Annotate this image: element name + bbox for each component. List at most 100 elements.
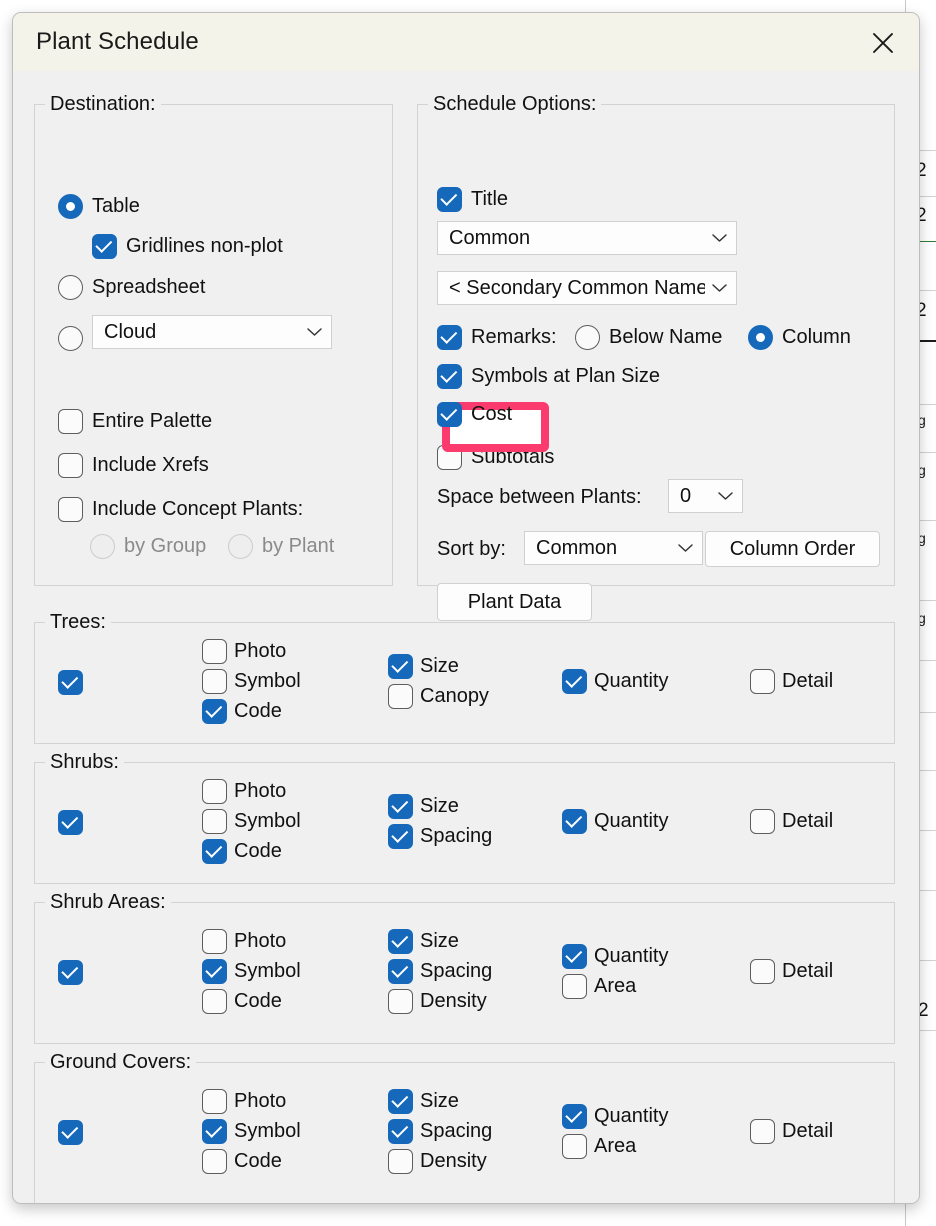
category-option-label: Symbol: [234, 1120, 301, 1142]
category-option-indicator: [388, 1089, 413, 1114]
category-option-checkbox[interactable]: Symbol: [202, 809, 301, 834]
radio-below-name[interactable]: Below Name: [575, 325, 722, 350]
plant-data-label: Plant Data: [467, 590, 562, 613]
category-option-checkbox[interactable]: Quantity: [562, 944, 668, 969]
category-option-checkbox[interactable]: Quantity: [562, 669, 668, 694]
checkbox-include-xrefs-indicator: [58, 453, 83, 478]
checkbox-title[interactable]: Title: [437, 187, 508, 212]
category-option-checkbox[interactable]: Code: [202, 1149, 282, 1174]
category-option-checkbox[interactable]: Size: [388, 1089, 459, 1114]
column-order-label: Column Order: [729, 537, 856, 560]
category-option-indicator: [202, 699, 227, 724]
category-option-indicator: [562, 809, 587, 834]
category-option-checkbox[interactable]: Detail: [750, 669, 833, 694]
category-option-indicator: [388, 684, 413, 709]
category-option-checkbox[interactable]: Spacing: [388, 824, 492, 849]
category-option-checkbox[interactable]: Photo: [202, 779, 286, 804]
close-icon[interactable]: [861, 23, 905, 63]
checkbox-title-indicator: [437, 187, 462, 212]
radio-cloud[interactable]: [58, 326, 83, 351]
checkbox-include-concept-plants[interactable]: Include Concept Plants:: [58, 497, 303, 522]
secondary-name-combo[interactable]: < Secondary Common Name: [437, 271, 737, 305]
checkbox-gridlines-indicator: [92, 234, 117, 259]
category-option-checkbox[interactable]: Photo: [202, 1089, 286, 1114]
plant-data-button[interactable]: Plant Data: [437, 583, 592, 621]
checkbox-remarks[interactable]: Remarks:: [437, 325, 557, 350]
category-option-checkbox[interactable]: Detail: [750, 959, 833, 984]
category-option-checkbox[interactable]: Quantity: [562, 1104, 668, 1129]
category-option-checkbox[interactable]: Code: [202, 699, 282, 724]
checkbox-entire-palette[interactable]: Entire Palette: [58, 409, 212, 434]
category-option-checkbox[interactable]: Photo: [202, 929, 286, 954]
category-enable-checkbox[interactable]: [58, 960, 83, 985]
category-option-label: Symbol: [234, 810, 301, 832]
category-option-checkbox[interactable]: Density: [388, 989, 487, 1014]
category-option-label: Area: [594, 975, 637, 997]
sort-by-combo[interactable]: Common: [524, 531, 703, 565]
radio-by-plant-label: by Plant: [262, 535, 335, 557]
category-option-checkbox[interactable]: Quantity: [562, 809, 668, 834]
category-option-checkbox[interactable]: Size: [388, 654, 459, 679]
checkbox-symbols-at-plan-size[interactable]: Symbols at Plan Size: [437, 364, 660, 389]
category-option-checkbox[interactable]: Area: [562, 1134, 636, 1159]
sort-by-label-row: Sort by:: [437, 538, 506, 561]
category-option-checkbox[interactable]: Symbol: [202, 669, 301, 694]
category-option-indicator: [750, 809, 775, 834]
cloud-destination-combo[interactable]: Cloud: [92, 315, 332, 349]
checkbox-gridlines-non-plot[interactable]: Gridlines non-plot: [92, 234, 283, 259]
category-enable-checkbox[interactable]: [58, 670, 83, 695]
checkbox-symbols-indicator: [437, 364, 462, 389]
category-option-label: Size: [420, 795, 459, 817]
space-between-plants-combo[interactable]: 0: [668, 479, 743, 513]
category-option-label: Symbol: [234, 670, 301, 692]
checkbox-include-concept-label: Include Concept Plants:: [92, 498, 304, 520]
category-option-label: Spacing: [420, 960, 493, 982]
radio-by-group-indicator: [90, 534, 115, 559]
category-option-checkbox[interactable]: Code: [202, 839, 282, 864]
category-enable-checkbox[interactable]: [58, 810, 83, 835]
category-option-checkbox[interactable]: Symbol: [202, 1119, 301, 1144]
category-enable-indicator: [58, 1120, 83, 1145]
radio-spreadsheet[interactable]: Spreadsheet: [58, 275, 205, 300]
category-option-indicator: [388, 989, 413, 1014]
radio-table[interactable]: Table: [58, 194, 140, 219]
category-option-checkbox[interactable]: Detail: [750, 809, 833, 834]
radio-by-group[interactable]: by Group: [90, 534, 206, 559]
category-option-checkbox[interactable]: Detail: [750, 1119, 833, 1144]
category-option-checkbox[interactable]: Area: [562, 974, 636, 999]
category-enable-indicator: [58, 810, 83, 835]
category-option-label: Photo: [234, 640, 287, 662]
category-option-label: Photo: [234, 930, 287, 952]
category-option-label: Detail: [782, 960, 834, 982]
radio-by-plant[interactable]: by Plant: [228, 534, 334, 559]
category-option-indicator: [562, 974, 587, 999]
category-option-checkbox[interactable]: Size: [388, 794, 459, 819]
chevron-down-icon: [307, 328, 322, 336]
column-order-button[interactable]: Column Order: [705, 531, 880, 567]
category-legend: Shrub Areas:: [45, 891, 171, 914]
category-option-indicator: [202, 809, 227, 834]
category-option-checkbox[interactable]: Symbol: [202, 959, 301, 984]
category-option-checkbox[interactable]: Density: [388, 1149, 487, 1174]
checkbox-include-xrefs[interactable]: Include Xrefs: [58, 453, 209, 478]
category-legend: Ground Covers:: [45, 1051, 197, 1074]
category-option-checkbox[interactable]: Code: [202, 989, 282, 1014]
category-option-checkbox[interactable]: Spacing: [388, 1119, 492, 1144]
category-option-checkbox[interactable]: Spacing: [388, 959, 492, 984]
name-format-combo[interactable]: Common: [437, 221, 737, 255]
category-option-label: Code: [234, 1150, 282, 1172]
checkbox-cost[interactable]: Cost: [437, 402, 512, 427]
cloud-destination-value: Cloud: [104, 320, 157, 343]
checkbox-symbols-label: Symbols at Plan Size: [471, 365, 660, 387]
checkbox-entire-palette-indicator: [58, 409, 83, 434]
sort-by-label: Sort by:: [437, 538, 506, 560]
category-enable-checkbox[interactable]: [58, 1120, 83, 1145]
checkbox-cost-indicator: [437, 402, 462, 427]
chevron-down-icon: [712, 284, 727, 292]
sort-by-value: Common: [536, 536, 618, 559]
category-option-checkbox[interactable]: Canopy: [388, 684, 489, 709]
category-option-label: Size: [420, 930, 459, 952]
radio-column[interactable]: Column: [748, 325, 851, 350]
category-option-checkbox[interactable]: Photo: [202, 639, 286, 664]
category-option-checkbox[interactable]: Size: [388, 929, 459, 954]
